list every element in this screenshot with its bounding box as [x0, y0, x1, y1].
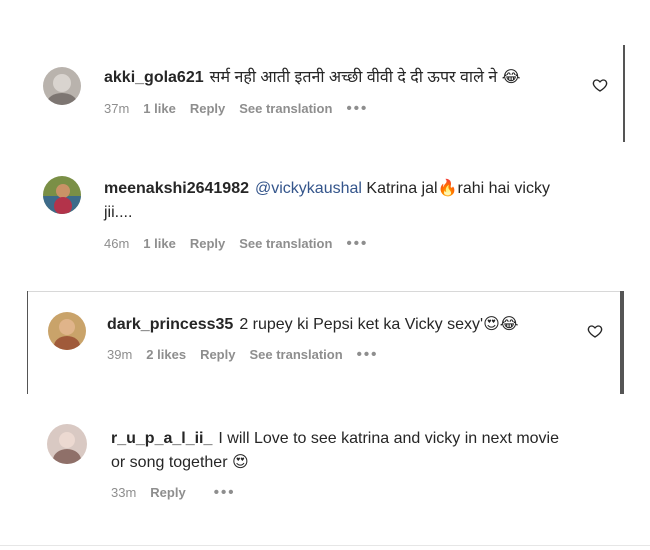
comment-time: 33m [111, 485, 137, 500]
comment-body: Katrina jal [366, 180, 438, 197]
comment-text-line2: or song together 😍 [111, 451, 249, 475]
comment-username[interactable]: akki_gola621 [104, 69, 204, 86]
see-translation-link[interactable]: See translation [249, 347, 342, 362]
reply-button[interactable]: Reply [150, 485, 185, 500]
comment-body-cont: rahi hai vicky [457, 180, 550, 197]
comment-time: 37m [104, 101, 130, 116]
comment-text: akki_gola621 सर्म नही आती इतनी अच्छी वीवी… [104, 66, 520, 90]
avatar-image [43, 67, 81, 105]
scrollbar-indicator [620, 291, 624, 394]
comment-body: सर्म नही आती इतनी अच्छी वीवी दे दी ऊपर व… [209, 69, 498, 86]
comment-likes[interactable]: 2 likes [146, 347, 186, 362]
reply-button[interactable]: Reply [190, 101, 225, 116]
see-translation-link[interactable]: See translation [239, 101, 332, 116]
comment-username[interactable]: meenakshi2641982 [104, 180, 249, 197]
frame-top [27, 291, 623, 292]
frame-left [27, 291, 28, 394]
comment-username[interactable]: dark_princess35 [107, 316, 233, 333]
more-dots-icon[interactable]: ••• [346, 236, 368, 251]
comment-body: 2 rupey ki Pepsi ket ka Vicky sexy' [239, 316, 484, 333]
comment-username[interactable]: r_u_p_a_l_ii_ [111, 430, 212, 447]
reply-button[interactable]: Reply [190, 236, 225, 251]
emoji: 🔥 [437, 180, 458, 197]
more-dots-icon[interactable]: ••• [214, 485, 236, 500]
avatar[interactable] [48, 312, 86, 350]
avatar[interactable] [43, 176, 81, 214]
comment-likes[interactable]: 1 like [143, 236, 176, 251]
emoji: 😂 [501, 69, 521, 86]
comment-body-cont: or song together [111, 454, 228, 471]
comment-text: dark_princess35 2 rupey ki Pepsi ket ka V… [107, 313, 518, 337]
avatar[interactable] [47, 424, 87, 464]
heart-outline-icon[interactable] [592, 77, 608, 93]
heart-outline-icon[interactable] [587, 323, 603, 339]
comment-time: 39m [107, 347, 133, 362]
see-translation-link[interactable]: See translation [239, 236, 332, 251]
emoji: 😍😂 [483, 316, 519, 333]
comment-text-line2: jii.... [104, 204, 133, 221]
more-dots-icon[interactable]: ••• [346, 101, 368, 116]
comment-meta: 39m 2 likes Reply See translation ••• [107, 347, 392, 363]
comment-meta: 37m 1 like Reply See translation ••• [104, 101, 382, 117]
comment-time: 46m [104, 236, 130, 251]
comment-meta: 33m Reply ••• [111, 485, 249, 501]
emoji: 😍 [231, 454, 249, 471]
bottom-divider [0, 545, 650, 546]
comment-meta: 46m 1 like Reply See translation ••• [104, 236, 382, 252]
comment-likes[interactable]: 1 like [143, 101, 176, 116]
avatar-image [43, 176, 81, 214]
avatar[interactable] [43, 67, 81, 105]
scrollbar-indicator [623, 45, 625, 142]
mention-link[interactable]: @vickykaushal [255, 180, 362, 197]
more-dots-icon[interactable]: ••• [357, 347, 379, 362]
comment-body: I will Love to see katrina and vicky in … [218, 430, 560, 447]
avatar-image [47, 424, 87, 464]
comment-text: meenakshi2641982 @vickykaushal Katrina ja… [104, 177, 614, 201]
comment-text: r_u_p_a_l_ii_ I will Love to see katrina … [111, 427, 559, 451]
reply-button[interactable]: Reply [200, 347, 235, 362]
avatar-image [48, 312, 86, 350]
